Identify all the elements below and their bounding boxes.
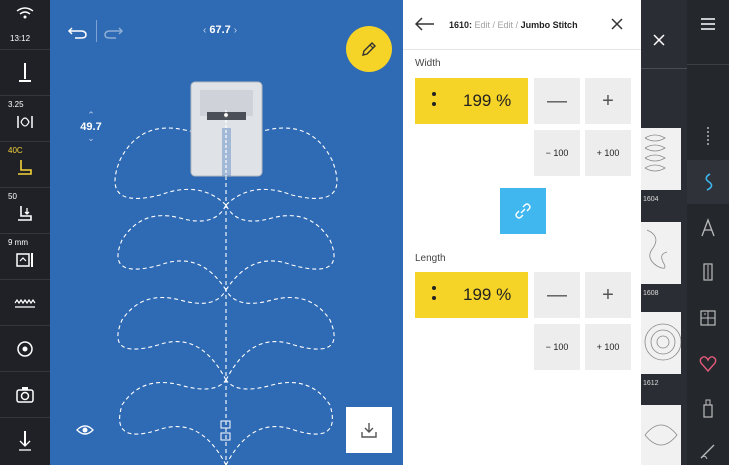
straight-stitch-button[interactable]	[687, 114, 729, 158]
drag-handle-icon	[431, 92, 437, 112]
width-plus100-button[interactable]: + 100	[585, 130, 631, 176]
quilt-icon	[700, 310, 716, 326]
width-value: 199 %	[463, 91, 512, 110]
presser-foot-value: 40C	[8, 146, 23, 155]
stitch-list: 1604 1608 1612	[641, 0, 687, 465]
breadcrumb: 1610: Edit / Edit / Jumbo Stitch	[449, 20, 578, 30]
length-minus100-button[interactable]: − 100	[534, 324, 580, 370]
needle-plate-icon	[16, 253, 33, 267]
length-plus-button[interactable]: +	[585, 272, 631, 318]
favorites-button[interactable]	[687, 342, 729, 386]
link-icon	[515, 203, 531, 219]
decorative-stitch-button[interactable]	[687, 160, 729, 204]
stitch-preview-icon	[644, 323, 682, 361]
stitch-canvas[interactable]: ‹ 67.7 › ⌃ 49.7 ⌄	[50, 0, 403, 465]
length-value-box[interactable]: 199 %	[415, 272, 528, 318]
back-arrow-icon[interactable]	[415, 16, 435, 32]
camera-icon	[16, 387, 34, 403]
stitch-number: 1604	[643, 196, 659, 203]
camera-button[interactable]	[0, 372, 50, 418]
breadcrumb-path[interactable]: Edit / Edit /	[472, 20, 521, 30]
width-minus-button[interactable]: —	[534, 78, 580, 124]
link-proportions-button[interactable]	[500, 188, 546, 234]
stitch-plate-button[interactable]: 50	[0, 188, 50, 234]
stitch-width-button[interactable]: 3.25	[0, 96, 50, 142]
needle-plate-value: 9 mm	[8, 238, 28, 247]
feed-dog-icon	[14, 299, 36, 308]
needle-button[interactable]	[0, 50, 50, 96]
menu-divider	[687, 64, 729, 65]
stitch-tile[interactable]: 1608	[641, 222, 681, 297]
download-icon	[361, 423, 377, 438]
length-value: 199 %	[463, 285, 512, 304]
width-label: Width	[415, 58, 441, 69]
length-minus-button[interactable]: —	[534, 272, 580, 318]
presser-foot-button[interactable]: 40C	[0, 142, 50, 188]
quilt-button[interactable]	[687, 296, 729, 340]
menu-icon	[701, 18, 715, 30]
needle-down-button[interactable]	[0, 418, 50, 465]
stitch-width-value: 3.25	[8, 100, 24, 109]
stitch-plate-value: 50	[8, 192, 17, 201]
needle-tip-button[interactable]	[687, 430, 729, 465]
alphabet-button[interactable]	[687, 206, 729, 250]
needle-icon	[19, 63, 31, 82]
buttonhole-button[interactable]	[687, 250, 729, 294]
pencil-icon	[362, 42, 376, 56]
length-label: Length	[415, 253, 446, 264]
status-item: 13:12	[0, 0, 50, 50]
app-root: 13:12 3.25 40C 50 9 mm ‹ 67.7 › ⌃ 49.7 ⌄…	[0, 0, 729, 465]
close-icon[interactable]	[609, 16, 625, 32]
buttonhole-icon	[703, 263, 713, 281]
needle-tip-icon	[700, 444, 715, 460]
needle-down-icon	[19, 431, 31, 451]
breadcrumb-current: Jumbo Stitch	[520, 20, 578, 30]
heart-icon	[699, 356, 717, 373]
strip-divider	[641, 68, 687, 69]
presser-foot-icon	[18, 160, 32, 175]
stitch-number: 1608	[643, 290, 659, 297]
panel-header: 1610: Edit / Edit / Jumbo Stitch	[403, 0, 641, 50]
menu-button[interactable]	[687, 4, 729, 48]
right-menu	[687, 0, 729, 465]
drag-handle-icon	[431, 286, 437, 306]
decorative-stitch-icon	[705, 173, 713, 191]
stitch-plate-icon	[18, 206, 32, 221]
stitch-preview-icon	[644, 134, 666, 172]
stitch-preview-icon	[644, 424, 678, 446]
width-minus100-button[interactable]: − 100	[534, 130, 580, 176]
stitch-tile[interactable]: 1604	[641, 128, 681, 203]
download-button[interactable]	[346, 407, 392, 453]
usb-icon	[703, 399, 713, 418]
wifi-icon	[16, 7, 34, 19]
stitch-pattern	[114, 81, 338, 465]
stitch-preview-icon	[646, 229, 668, 269]
stitch-tile[interactable]	[641, 405, 681, 465]
breadcrumb-stitch-number: 1610:	[449, 20, 473, 30]
stitch-number: 1612	[643, 380, 659, 387]
needle-plate-button[interactable]: 9 mm	[0, 234, 50, 280]
alphabet-icon	[701, 218, 715, 237]
width-value-box[interactable]: 199 %	[415, 78, 528, 124]
stitch-tile[interactable]: 1612	[641, 312, 682, 387]
width-plus-button[interactable]: +	[585, 78, 631, 124]
clock-label: 13:12	[10, 34, 31, 43]
left-toolbar: 13:12 3.25 40C 50 9 mm	[0, 0, 50, 465]
presser-foot-graphic	[190, 81, 263, 177]
usb-button[interactable]	[687, 386, 729, 430]
close-icon[interactable]	[651, 32, 667, 48]
straight-stitch-icon	[707, 127, 709, 145]
edit-panel: 1610: Edit / Edit / Jumbo Stitch Width 1…	[403, 0, 641, 465]
spool-icon	[17, 341, 33, 357]
feed-dog-button[interactable]	[0, 280, 50, 326]
stitch-width-icon	[17, 116, 33, 128]
spool-button[interactable]	[0, 326, 50, 372]
length-plus100-button[interactable]: + 100	[585, 324, 631, 370]
eye-icon[interactable]	[76, 424, 94, 436]
edit-button[interactable]	[346, 26, 392, 72]
